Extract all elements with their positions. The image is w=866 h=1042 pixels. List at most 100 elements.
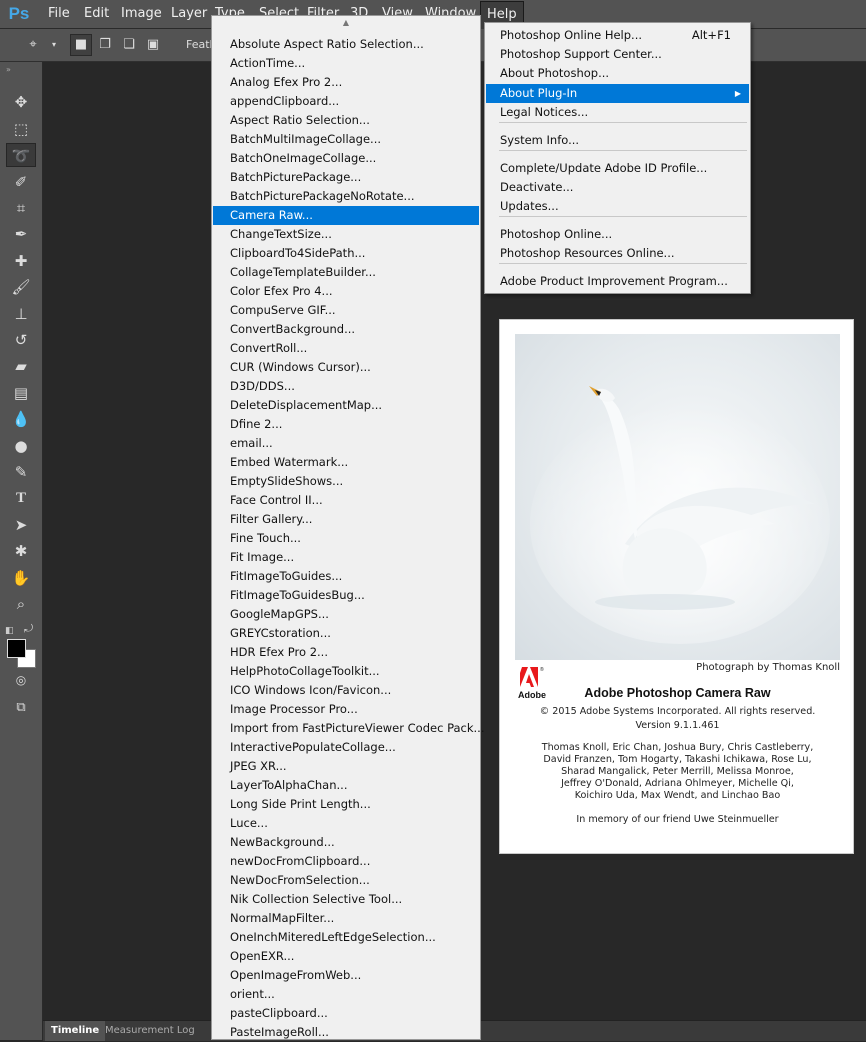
script-menu-item[interactable]: Filter Gallery... — [213, 510, 479, 529]
script-menu-item[interactable]: Aspect Ratio Selection... — [213, 111, 479, 130]
script-menu-item[interactable]: HelpPhotoCollageToolkit... — [213, 662, 479, 681]
foreground-color-swatch[interactable] — [7, 639, 26, 658]
script-menu-item[interactable]: Face Control II... — [213, 491, 479, 510]
script-menu-item[interactable]: Dfine 2... — [213, 415, 479, 434]
menu-layer[interactable]: Layer — [165, 0, 213, 28]
script-menu-item[interactable]: OpenImageFromWeb... — [213, 966, 479, 985]
script-menu-item[interactable]: email... — [213, 434, 479, 453]
crop-tool-icon[interactable]: ⌗ — [6, 196, 36, 220]
script-menu-item[interactable]: pasteClipboard... — [213, 1004, 479, 1023]
history-brush-tool-icon[interactable]: ↺ — [6, 328, 36, 352]
brush-tool-icon[interactable]: 🖌 — [6, 275, 36, 299]
script-menu-item[interactable]: CUR (Windows Cursor)... — [213, 358, 479, 377]
quick-mask-icon[interactable]: ◎ — [6, 668, 36, 692]
script-menu-item[interactable]: Absolute Aspect Ratio Selection... — [213, 35, 479, 54]
tab-measurement-log[interactable]: Measurement Log — [99, 1021, 201, 1041]
gradient-tool-icon[interactable]: ▤ — [6, 381, 36, 405]
help-menu-item[interactable]: Updates... — [486, 197, 749, 216]
pen-tool-icon[interactable]: ✎ — [6, 460, 36, 484]
script-menu-item[interactable]: ConvertBackground... — [213, 320, 479, 339]
script-menu-item[interactable]: GoogleMapGPS... — [213, 605, 479, 624]
script-menu-item[interactable]: DeleteDisplacementMap... — [213, 396, 479, 415]
script-menu-item[interactable]: ICO Windows Icon/Favicon... — [213, 681, 479, 700]
scroll-up-arrow-icon[interactable]: ▲ — [212, 16, 480, 30]
custom-shape-tool-icon[interactable]: ✱ — [6, 539, 36, 563]
lasso-tool-icon[interactable]: ➰ — [6, 143, 36, 167]
script-menu-item[interactable]: BatchMultiImageCollage... — [213, 130, 479, 149]
help-menu-item[interactable]: Deactivate... — [486, 178, 749, 197]
subtract-from-selection-icon[interactable]: ❏ — [118, 34, 140, 56]
script-menu-item[interactable]: CollageTemplateBuilder... — [213, 263, 479, 282]
script-menu-item[interactable]: Fine Touch... — [213, 529, 479, 548]
dodge-tool-icon[interactable]: ● — [6, 434, 36, 458]
script-menu-item[interactable]: orient... — [213, 985, 479, 1004]
script-menu-item[interactable]: OneInchMiteredLeftEdgeSelection... — [213, 928, 479, 947]
zoom-tool-icon[interactable]: ⌕ — [6, 592, 36, 616]
script-menu-item[interactable]: Nik Collection Selective Tool... — [213, 890, 479, 909]
swap-colors-icon[interactable]: ⤾ — [24, 622, 33, 636]
tab-timeline[interactable]: Timeline — [45, 1021, 106, 1041]
help-menu-item[interactable]: Legal Notices... — [486, 103, 749, 122]
intersect-selection-icon[interactable]: ▣ — [142, 34, 164, 56]
help-menu-item[interactable]: About Plug-In ▶ — [486, 84, 749, 103]
script-menu-item[interactable]: newDocFromClipboard... — [213, 852, 479, 871]
help-menu-item[interactable]: Photoshop Support Center... — [486, 45, 749, 64]
about-plugin-dialog[interactable]: Photograph by Thomas Knoll ® Adobe Adobe… — [499, 319, 854, 854]
script-menu-item[interactable]: GREYCstoration... — [213, 624, 479, 643]
script-menu-item[interactable]: FitImageToGuidesBug... — [213, 586, 479, 605]
script-menu-item[interactable]: BatchPicturePackageNoRotate... — [213, 187, 479, 206]
script-menu-item[interactable]: Long Side Print Length... — [213, 795, 479, 814]
script-menu-item[interactable]: CompuServe GIF... — [213, 301, 479, 320]
help-menu-item[interactable]: Complete/Update Adobe ID Profile... — [486, 159, 749, 178]
help-menu-item[interactable]: Adobe Product Improvement Program... — [486, 272, 749, 291]
new-selection-icon[interactable]: ■ — [70, 34, 92, 56]
script-menu-item[interactable]: Camera Raw... — [213, 206, 479, 225]
polygonal-lasso-preset-icon[interactable]: ⌖ — [22, 34, 44, 56]
help-menu-item[interactable]: Photoshop Resources Online... — [486, 244, 749, 263]
healing-brush-tool-icon[interactable]: ✚ — [6, 249, 36, 273]
path-selection-tool-icon[interactable]: ➤ — [6, 513, 36, 537]
script-menu-item[interactable]: InteractivePopulateCollage... — [213, 738, 479, 757]
default-colors-icon[interactable]: ◧ — [5, 626, 14, 636]
help-menu-item[interactable]: About Photoshop... — [486, 64, 749, 83]
script-menu-item[interactable]: EmptySlideShows... — [213, 472, 479, 491]
eraser-tool-icon[interactable]: ▰ — [6, 354, 36, 378]
toolbar-grip[interactable]: » — [6, 65, 12, 74]
hand-tool-icon[interactable]: ✋ — [6, 566, 36, 590]
script-menu-item[interactable]: Color Efex Pro 4... — [213, 282, 479, 301]
blur-tool-icon[interactable]: 💧 — [6, 407, 36, 431]
chevron-down-icon[interactable]: ▾ — [48, 34, 60, 56]
help-menu-item[interactable]: Photoshop Online... — [486, 225, 749, 244]
script-menu-item[interactable]: NewDocFromSelection... — [213, 871, 479, 890]
script-menu-item[interactable]: Import from FastPictureViewer Codec Pack… — [213, 719, 484, 738]
script-menu-item[interactable]: ChangeTextSize... — [213, 225, 479, 244]
script-menu-item[interactable]: LayerToAlphaChan... — [213, 776, 479, 795]
script-menu-item[interactable]: BatchPicturePackage... — [213, 168, 479, 187]
script-menu-item[interactable]: Embed Watermark... — [213, 453, 479, 472]
menu-edit[interactable]: Edit — [78, 0, 115, 28]
script-menu-item[interactable]: ConvertRoll... — [213, 339, 479, 358]
script-menu-item[interactable]: Fit Image... — [213, 548, 479, 567]
script-menu-item[interactable]: Image Processor Pro... — [213, 700, 479, 719]
script-menu-item[interactable]: JPEG XR... — [213, 757, 479, 776]
script-menu-item[interactable]: FitImageToGuides... — [213, 567, 479, 586]
script-menu-item[interactable]: OpenEXR... — [213, 947, 479, 966]
script-menu-item[interactable]: NormalMapFilter... — [213, 909, 479, 928]
move-tool-icon[interactable]: ✥ — [6, 90, 36, 114]
script-menu-item[interactable]: PasteImageRoll... — [213, 1023, 479, 1042]
script-menu-item[interactable]: D3D/DDS... — [213, 377, 479, 396]
script-menu-item[interactable]: ActionTime... — [213, 54, 479, 73]
script-menu-item[interactable]: Analog Efex Pro 2... — [213, 73, 479, 92]
script-menu-item[interactable]: BatchOneImageCollage... — [213, 149, 479, 168]
script-menu-item[interactable]: HDR Efex Pro 2... — [213, 643, 479, 662]
menu-file[interactable]: File — [42, 0, 76, 28]
add-to-selection-icon[interactable]: ❐ — [94, 34, 116, 56]
help-menu-item[interactable]: System Info... — [486, 131, 749, 150]
eyedropper-tool-icon[interactable]: ✒ — [6, 222, 36, 246]
quick-selection-tool-icon[interactable]: ✐ — [6, 170, 36, 194]
clone-stamp-tool-icon[interactable]: ⊥ — [6, 302, 36, 326]
type-tool-icon[interactable]: T — [6, 486, 36, 510]
script-menu-item[interactable]: ClipboardTo4SidePath... — [213, 244, 479, 263]
menu-image[interactable]: Image — [115, 0, 168, 28]
script-menu-item[interactable]: NewBackground... — [213, 833, 479, 852]
